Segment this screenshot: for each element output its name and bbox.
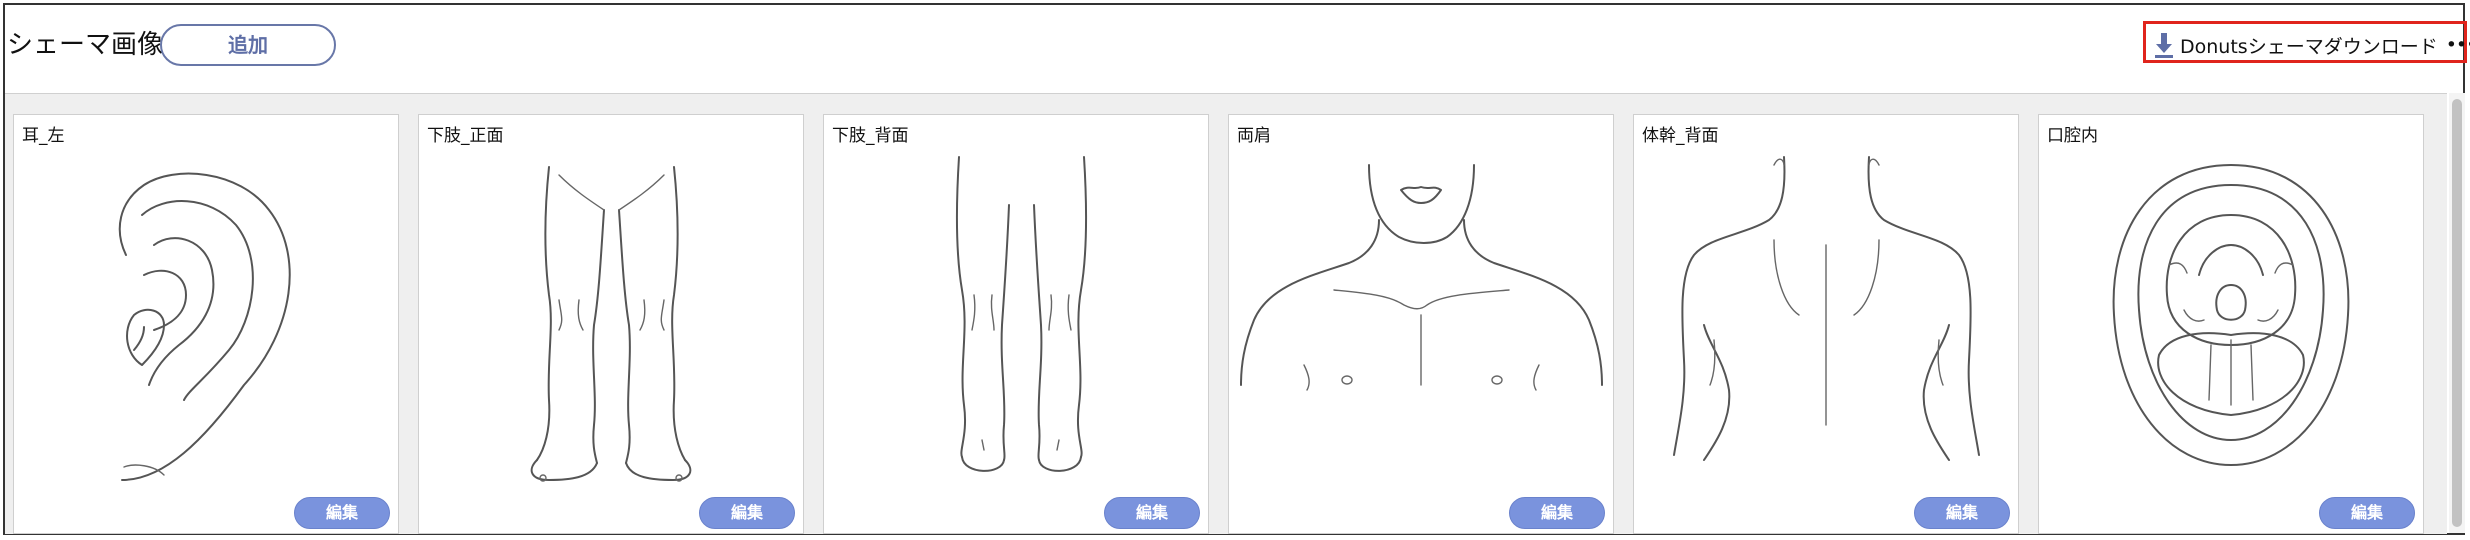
schema-card-shoulders[interactable]: 両肩 編集 [1228, 114, 1614, 534]
oral-cavity-icon [2112, 164, 2350, 466]
trunk-back-icon [1673, 156, 1980, 461]
schema-gallery: 耳_左 編集 下肢_正面 編集 下肢_背面 編集 両肩 編集 体幹_背面 編集 … [5, 93, 2447, 534]
edit-button[interactable]: 編集 [1509, 497, 1605, 529]
ear-left-icon [118, 172, 291, 481]
schema-card-legs-front[interactable]: 下肢_正面 編集 [418, 114, 804, 534]
card-label: 下肢_背面 [832, 126, 909, 146]
schema-panel: シェーマ画像 追加 Donutsシェーマダウンロード ••• 耳_左 [3, 3, 2470, 535]
schema-card-trunk-back[interactable]: 体幹_背面 編集 [1633, 114, 2019, 534]
more-icon[interactable]: ••• [2446, 34, 2470, 56]
legs-back-icon [956, 156, 1087, 472]
edit-button[interactable]: 編集 [1914, 497, 2010, 529]
schema-card-legs-back[interactable]: 下肢_背面 編集 [823, 114, 1209, 534]
edit-button[interactable]: 編集 [1104, 497, 1200, 529]
card-label: 下肢_正面 [427, 126, 504, 146]
schema-card-oral-cavity[interactable]: 口腔内 編集 [2038, 114, 2424, 534]
edit-button[interactable]: 編集 [699, 497, 795, 529]
card-label: 耳_左 [22, 126, 65, 146]
vertical-scrollbar[interactable] [2449, 93, 2465, 533]
shoulders-icon [1240, 164, 1603, 391]
page-title: シェーマ画像 [7, 30, 164, 60]
schema-card-ear-left[interactable]: 耳_左 編集 [13, 114, 399, 534]
download-label: Donutsシェーマダウンロード [2180, 35, 2438, 58]
download-icon [2155, 33, 2173, 58]
panel-header: シェーマ画像 追加 Donutsシェーマダウンロード ••• [5, 5, 2470, 93]
download-highlight-box: Donutsシェーマダウンロード ••• [2143, 21, 2470, 63]
edit-button[interactable]: 編集 [2319, 497, 2415, 529]
add-button[interactable]: 追加 [160, 24, 336, 66]
card-label: 体幹_背面 [1642, 126, 1719, 146]
scrollbar-thumb[interactable] [2452, 99, 2462, 527]
card-label: 両肩 [1237, 126, 1271, 146]
download-link[interactable]: Donutsシェーマダウンロード ••• [2154, 30, 2470, 60]
card-label: 口腔内 [2047, 126, 2098, 146]
legs-front-icon [530, 166, 692, 482]
edit-button[interactable]: 編集 [294, 497, 390, 529]
